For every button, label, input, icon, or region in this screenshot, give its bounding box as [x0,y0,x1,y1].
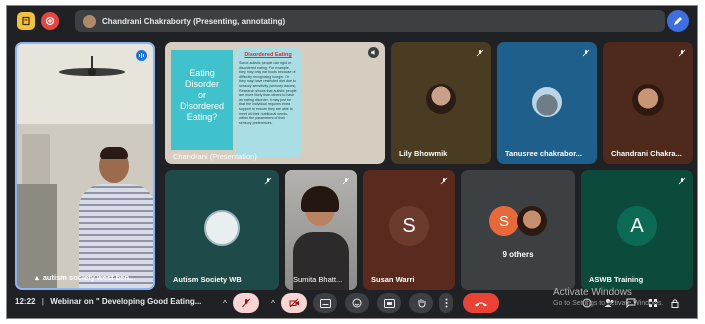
mic-off-icon [262,175,273,186]
annotate-pen-icon[interactable] [667,10,689,32]
avatar [632,84,664,116]
slide-card-text: Some autistic people use rigid or disord… [239,61,297,125]
presenting-banner[interactable]: Chandrani Chakraborty (Presenting, annot… [75,10,665,32]
slide-title-line: Disorder [184,79,219,89]
clock-time: 12:22 [15,297,36,306]
mic-off-icon [438,175,449,186]
mic-off-icon [580,47,591,58]
tile-name-pinned: ▴ autism society west ben... [35,273,136,282]
tile-tanusree[interactable]: Tanusree chakrabor... [497,42,597,164]
tile-name-tanusree: Tanusree chakrabor... [505,149,582,158]
tile-pinned-speaker[interactable]: ▴ autism society west ben... [15,42,155,290]
leave-call-button[interactable] [463,293,499,313]
tile-name-chandrani: Chandrani Chakra... [611,149,682,158]
tile-name-susan: Susan Warri [371,275,415,284]
emoji-icon [352,298,362,308]
slide-title-line: Eating? [186,112,218,122]
notes-icon[interactable] [17,12,35,30]
mic-off-icon [474,47,485,58]
ceiling-fan-icon [59,56,125,76]
tile-name-sumita: Sumita Bhatt... [293,275,343,284]
tile-name-lily: Lily Bhowmik [399,149,448,158]
tile-presentation[interactable]: Eating Disorder or Disordered Eating? Di… [165,42,385,164]
slide-text-card: Disordered Eating Some autistic people u… [235,48,301,158]
avatar: S [489,206,519,236]
present-screen-button[interactable] [377,293,401,313]
reactions-button[interactable] [345,293,369,313]
pin-icon: ▴ [35,273,39,282]
tile-lily-bhowmik[interactable]: Lily Bhowmik [391,42,491,164]
slide-title-panel: Eating Disorder or Disordered Eating? [171,50,233,150]
captions-icon [319,298,331,308]
avatar [532,87,562,117]
camera-off-icon [289,298,299,308]
avatar: S [389,206,429,246]
slide-title-line: Disordered [179,101,225,111]
mic-off-icon [242,298,250,308]
more-vertical-icon [445,298,447,308]
autism-society-logo [204,210,240,246]
presenting-text: Chandrani Chakraborty (Presenting, annot… [102,16,286,26]
lock-person-icon [671,299,679,308]
avatar: A [617,206,657,246]
video-options-chevron-icon[interactable]: ^ [265,293,281,313]
windows-activation-title: Activate Windows [553,287,632,298]
raise-hand-button[interactable] [409,293,433,313]
tile-others[interactable]: S 9 others [461,170,575,290]
tile-name-aswb: ASWB Training [589,275,644,284]
recording-icon[interactable] [41,12,59,30]
speaking-indicator-icon [368,47,379,58]
camera-toggle-button[interactable] [281,293,307,313]
mic-off-icon [340,175,351,186]
tile-autism-society-wb[interactable]: Autism Society WB [165,170,279,290]
separator: | [41,297,44,306]
avatar [83,14,96,28]
mic-toggle-button[interactable] [233,293,259,313]
others-count-label: 9 others [502,250,534,259]
speaking-indicator-icon [136,50,147,61]
slide-title-line: Eating [189,68,215,78]
captions-button[interactable] [313,293,337,313]
slide-title-line: or [197,90,206,100]
mic-off-icon [676,47,687,58]
tile-name-presentation: Chandrani (Presentation) [173,152,257,161]
windows-activation-subtitle: Go to Settings to activate Windows. [553,300,664,307]
host-controls-button[interactable] [667,293,683,313]
audio-options-chevron-icon[interactable]: ^ [217,293,233,313]
meeting-info: 12:22 | Webinar on " Developing Good Eat… [15,297,201,306]
tile-aswb-training[interactable]: A ASWB Training [581,170,693,290]
meet-window: Chandrani Chakraborty (Presenting, annot… [6,5,698,319]
slide-card-title: Disordered Eating [244,52,292,58]
present-icon [383,298,395,308]
more-options-button[interactable] [439,293,453,313]
tile-name-autism-wb: Autism Society WB [173,275,242,284]
top-bar: Chandrani Chakraborty (Presenting, annot… [15,10,689,32]
raise-hand-icon [418,299,425,308]
avatar [517,206,547,236]
avatar [426,84,456,114]
mic-off-icon [676,175,687,186]
meeting-title: Webinar on " Developing Good Eating... [50,297,202,306]
end-call-icon [475,302,487,306]
tile-susan-warri[interactable]: S Susan Warri [363,170,455,290]
tile-sumita[interactable]: Sumita Bhatt... [285,170,357,290]
tile-chandrani[interactable]: Chandrani Chakra... [603,42,693,164]
